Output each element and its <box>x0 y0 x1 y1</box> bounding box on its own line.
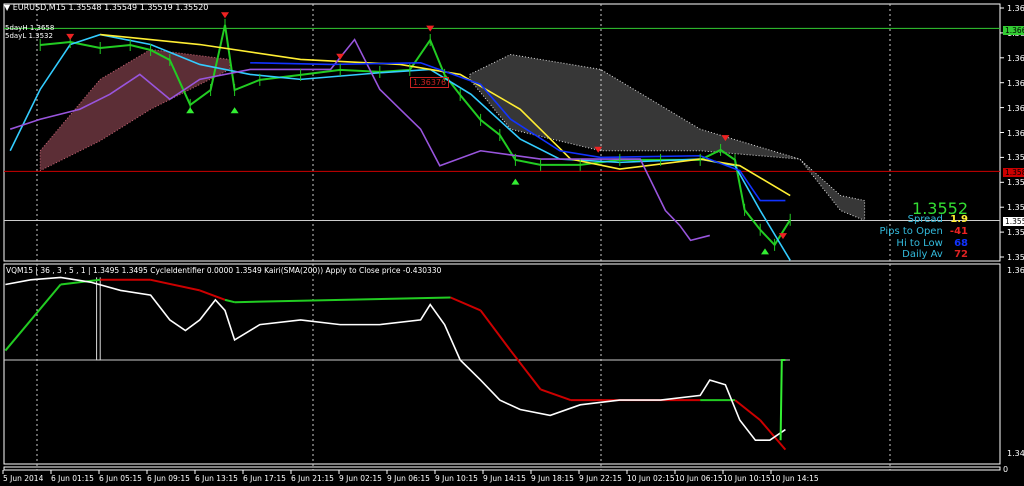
cycle-line-segment <box>540 388 571 402</box>
cycle-line-segment <box>224 298 235 304</box>
third-panel-frame <box>3 466 1001 471</box>
cycle-line-segment <box>450 296 481 312</box>
price-axis-label: 1.35450 <box>1007 228 1024 238</box>
time-axis-label: 6 Jun 13:15 <box>195 474 238 483</box>
menu-triangle-down-icon[interactable]: ▼ <box>4 3 10 12</box>
cycle-line-segment <box>509 349 542 391</box>
cloud-white <box>469 53 866 222</box>
sell-arrow-icon <box>66 33 75 40</box>
price-axis-label: 1.36500 <box>1007 53 1024 63</box>
extra-axis-zero: 0 <box>1003 465 1009 474</box>
time-axis-label: 6 Jun 09:15 <box>147 474 190 483</box>
price-axis-label: 1.35900 <box>1007 153 1024 163</box>
buy-arrow-icon <box>230 107 239 114</box>
time-axis-label: 9 Jun 22:15 <box>579 474 622 483</box>
spike-bar <box>96 277 101 361</box>
cycle-line-segment <box>199 289 226 301</box>
sell-arrow-icon <box>221 12 229 19</box>
chart-canvas[interactable] <box>0 0 1024 486</box>
cycle-line-segment <box>4 283 62 352</box>
cycle-line-segment <box>234 296 451 304</box>
buy-arrow-icon <box>761 248 769 255</box>
time-axis-label: 5 Jun 2014 <box>3 474 44 483</box>
inchart-price-label: 1.36376 <box>410 77 450 88</box>
main-panel-frame <box>3 3 1001 262</box>
price-axis-label: 1.35300 <box>1007 253 1024 262</box>
pips-to-open-row: Pips to Open -41 <box>879 226 968 237</box>
cloud-pink <box>39 48 231 172</box>
price-axis-label: 1.36800 <box>1007 4 1024 13</box>
sell-arrow-icon <box>336 53 345 60</box>
time-axis-label: 9 Jun 18:15 <box>531 474 574 483</box>
series-white-line <box>5 276 786 442</box>
subchart-axis-bottom: 1.3489 <box>1007 449 1024 458</box>
cycle-line-segment <box>479 309 512 352</box>
daily-av-row: Daily Av 72 <box>902 249 968 260</box>
subchart-title: VQM15 | 36 , 3 , 5 , 1 | 1.3495 1.3495 C… <box>6 266 442 275</box>
sub-panel-frame <box>3 263 1001 465</box>
price-axis-label: 1.36050 <box>1007 128 1024 138</box>
buy-arrow-icon <box>511 178 520 185</box>
five-day-high: 5dayH 1.3658 <box>5 24 55 32</box>
price-axis-label: 1.36350 <box>1007 78 1024 88</box>
subchart-axis-top: 1.3645 <box>1007 266 1024 275</box>
cycle-line-segment <box>150 278 201 292</box>
tag-five-day-high: 1.36677 <box>1003 26 1024 35</box>
time-axis-label: 10 Jun 10:15 <box>723 474 771 483</box>
tag-red-level: 1.35816 <box>1003 168 1024 177</box>
time-axis-label: 6 Jun 17:15 <box>243 474 286 483</box>
time-axis-label: 9 Jun 14:15 <box>483 474 526 483</box>
time-axis-label: 10 Jun 02:15 <box>627 474 675 483</box>
hi-to-low-row: Hi to Low 68 <box>896 238 968 249</box>
price-axis-label: 1.36200 <box>1007 103 1024 113</box>
five-day-low: 5dayL 1.3532 <box>5 32 53 40</box>
time-axis-label: 6 Jun 21:15 <box>291 474 334 483</box>
time-axis-label: 6 Jun 01:15 <box>51 474 94 483</box>
tag-bid-price: 1.35520 <box>1003 217 1024 226</box>
buy-arrow-icon <box>186 107 195 114</box>
chart-title: ▼ EURUSD,M15 1.35548 1.35549 1.35519 1.3… <box>4 3 209 12</box>
time-axis-label: 10 Jun 06:15 <box>675 474 723 483</box>
time-axis-label: 6 Jun 05:15 <box>99 474 142 483</box>
green-spike <box>779 359 786 441</box>
time-axis-label: 10 Jun 14:15 <box>771 474 819 483</box>
price-axis-label: 1.35600 <box>1007 203 1024 213</box>
price-axis-label: 1.35750 <box>1007 178 1024 188</box>
time-axis-label: 9 Jun 10:15 <box>435 474 478 483</box>
time-axis-label: 9 Jun 06:15 <box>387 474 430 483</box>
spread-row: Spread 1.9 <box>907 214 968 225</box>
time-axis-label: 9 Jun 02:15 <box>339 474 382 483</box>
